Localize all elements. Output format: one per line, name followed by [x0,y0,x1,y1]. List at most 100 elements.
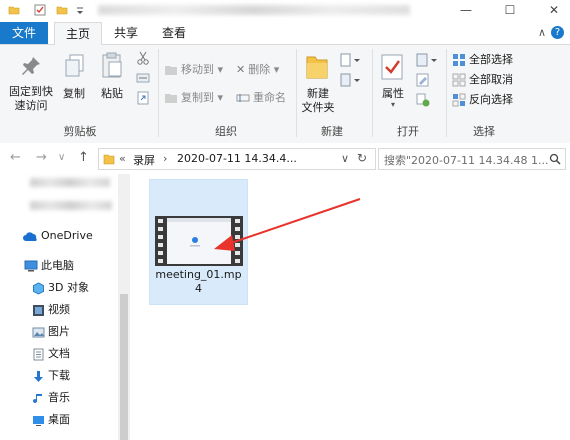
cube-3d-icon [33,281,44,295]
paste-icon [102,52,122,78]
nav-item-3d-objects[interactable]: 3D 对象 [32,278,89,298]
copy-to-label: 复制到 [181,91,214,104]
navpane-scroll-thumb[interactable] [120,294,128,440]
tab-home[interactable]: 主页 [54,22,102,46]
address-dropdown-button[interactable]: ∨ [341,152,349,165]
up-button[interactable]: ↑ [78,150,89,165]
easy-access-icon[interactable] [340,73,362,87]
edit-icon[interactable] [416,73,430,87]
properties-button[interactable]: 属性 ▾ [376,87,410,109]
copy-button[interactable]: 复制 [58,87,90,101]
history-icon[interactable] [416,93,430,107]
new-folder-quick-icon[interactable] [56,4,68,16]
navigation-pane: ∧ OneDrive 此电脑 3D 对象 视频 图片 文档 下载 音乐 桌面 [0,174,132,440]
ribbon: 固定到快 速访问 复制 粘贴 剪贴板 移动到 ▾ 复制到 ▾ ✕ 删除 ▾ 重命名 [0,45,570,144]
tab-view[interactable]: 查看 [154,22,194,44]
refresh-button[interactable]: ↻ [357,151,367,165]
title-bar: — ☐ ✕ [0,0,570,22]
invert-selection-icon [452,93,466,107]
video-thumbnail-icon [155,216,243,266]
properties-check-icon[interactable] [34,4,46,16]
copy-to-icon [165,94,177,103]
nav-label-downloads: 下载 [48,369,70,382]
collapse-ribbon-button[interactable]: ∧ [538,26,546,39]
open-icon[interactable] [416,53,440,67]
rename-button[interactable]: 重命名 [236,89,286,107]
nav-item-desktop[interactable]: 桌面 [32,410,70,430]
nav-label-documents: 文档 [48,347,70,360]
ribbon-tabs: 文件 主页 共享 查看 ∧ ? [0,22,570,46]
nav-item-pictures[interactable]: 图片 [32,322,70,342]
nav-label-desktop: 桌面 [48,413,70,426]
cut-icon[interactable] [136,51,150,65]
nav-item-onedrive[interactable]: OneDrive [22,226,93,246]
folder-icon [103,154,115,165]
tab-share[interactable]: 共享 [106,22,146,44]
nav-label-this-pc: 此电脑 [41,259,74,272]
copy-path-icon[interactable] [136,71,150,85]
onedrive-cloud-icon [23,231,37,241]
nav-item-downloads[interactable]: 下载 [32,366,70,386]
tab-file[interactable]: 文件 [0,22,48,44]
address-bar[interactable]: « 录屏 › 2020-07-11 14.34.4... ∨ ↻ [98,148,376,170]
nav-item-music[interactable]: 音乐 [32,388,70,408]
maximize-button[interactable]: ☐ [498,2,522,18]
pin-icon [22,57,40,75]
copy-to-button[interactable]: 复制到 ▾ [164,89,223,107]
file-name-label: meeting_01.mp4 [155,268,242,295]
back-button[interactable]: ← [10,150,21,165]
new-folder-button[interactable]: 新建 文件夹 [298,87,338,115]
search-input[interactable]: 搜索"2020-07-11 14.34.48 1... [384,152,548,168]
group-label-open: 打开 [397,125,419,138]
magnifier-icon[interactable] [549,153,561,165]
pin-to-quick-access-button[interactable]: 固定到快 速访问 [4,85,58,113]
folder-icon [8,6,20,15]
music-note-icon [33,393,42,403]
select-all-label: 全部选择 [469,53,513,66]
breadcrumb-segment-recordings[interactable]: 录屏 [133,152,155,168]
delete-icon: ✕ [236,63,246,76]
group-label-clipboard: 剪贴板 [63,125,97,138]
forward-button[interactable]: → [36,150,47,165]
nav-item-videos[interactable]: 视频 [32,300,70,320]
paste-button[interactable]: 粘贴 [96,87,128,101]
invert-selection-button[interactable]: 反向选择 [452,91,513,109]
group-separator [446,49,447,137]
new-item-icon[interactable] [340,53,362,67]
help-button[interactable]: ? [551,26,564,39]
group-separator [296,49,297,137]
desktop-icon [33,415,44,426]
properties-icon [381,54,403,80]
close-button[interactable]: ✕ [542,2,566,18]
delete-button[interactable]: ✕ 删除 ▾ [236,61,279,79]
nav-item-this-pc[interactable]: 此电脑 [24,256,74,276]
copy-icon [65,54,84,77]
nav-label-pictures: 图片 [48,325,70,338]
download-arrow-icon [34,370,43,382]
select-none-icon [452,73,466,87]
select-all-button[interactable]: 全部选择 [452,51,513,69]
pictures-icon [32,327,45,337]
video-icon [33,304,44,316]
search-box[interactable]: 搜索"2020-07-11 14.34.48 1... [378,148,566,170]
nav-label-onedrive: OneDrive [41,229,93,242]
breadcrumb-segment-folder[interactable]: 2020-07-11 14.34.4... [177,152,297,165]
breadcrumb-separator[interactable]: › [163,152,167,165]
customize-quick-access-icon[interactable] [74,4,86,16]
nav-item-documents[interactable]: 文档 [32,344,70,364]
history-dropdown-icon[interactable]: ∨ [58,152,65,163]
computer-icon [24,260,38,272]
breadcrumb-overflow[interactable]: « [119,152,126,165]
new-folder-icon [306,56,328,79]
quick-access-item-blurred[interactable] [30,201,112,210]
file-item[interactable]: meeting_01.mp4 [149,179,248,305]
rename-label: 重命名 [253,91,286,104]
new-folder-line1: 新建 [307,87,329,100]
window-title-blurred [98,5,410,15]
minimize-button[interactable]: — [454,2,478,18]
paste-shortcut-icon[interactable] [136,91,150,105]
quick-access-item-blurred[interactable] [30,178,110,187]
move-to-button[interactable]: 移动到 ▾ [164,61,223,79]
move-to-icon [165,66,177,75]
select-none-button[interactable]: 全部取消 [452,71,513,89]
